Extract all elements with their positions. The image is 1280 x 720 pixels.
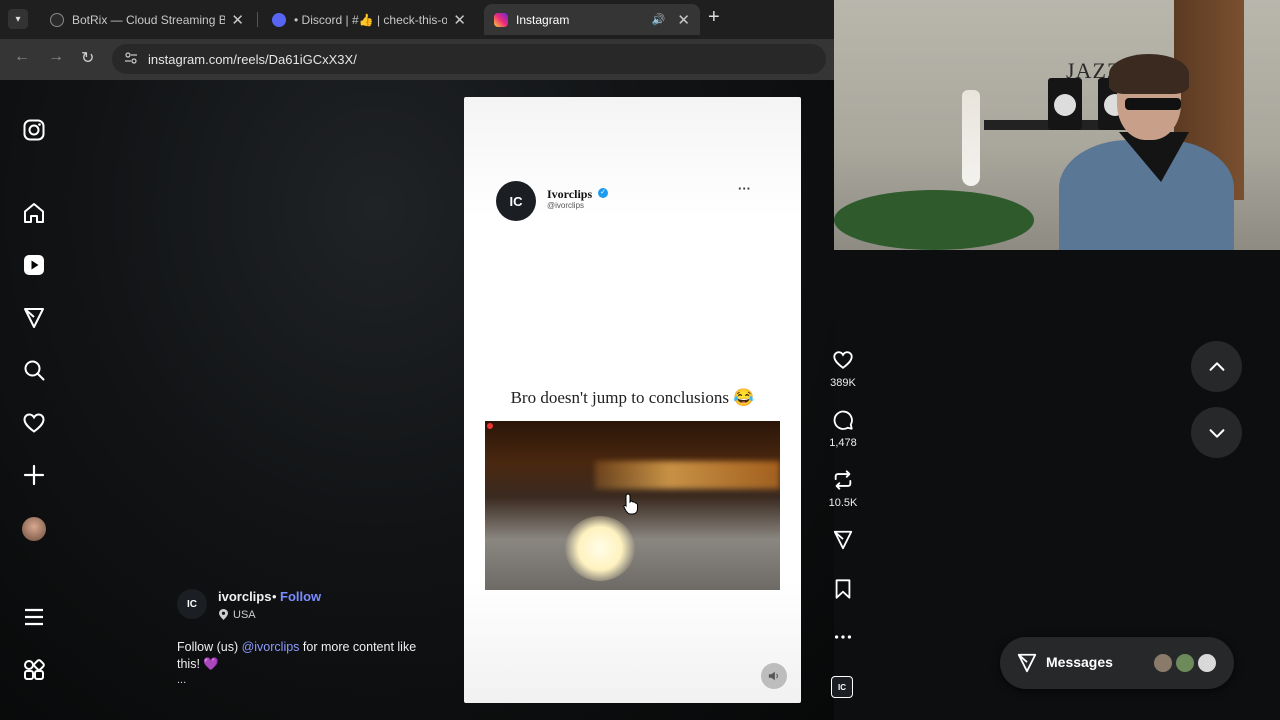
browser-tab-bar: ▾ BotRix — Cloud Streaming Bot ✕ • Disco… — [0, 0, 834, 39]
more-options-button[interactable] — [826, 626, 860, 648]
tab-instagram[interactable]: Instagram 🔊 ✕ — [484, 4, 700, 35]
comment-button[interactable]: 1,478 — [826, 409, 860, 449]
tab-search-chevron-icon[interactable]: ▾ — [8, 9, 28, 29]
reel-caption-overlay: Bro doesn't jump to conclusions 😂 — [510, 388, 755, 407]
next-reel-button[interactable] — [1191, 407, 1242, 458]
reels-icon[interactable] — [20, 251, 48, 279]
url-text: instagram.com/reels/Da61iGCxX3X/ — [148, 52, 357, 67]
verified-badge-icon: ✓ — [598, 188, 608, 198]
sunglasses — [1125, 98, 1181, 110]
threads-apps-icon[interactable] — [20, 656, 48, 684]
account-username[interactable]: ivorclips — [218, 589, 271, 604]
description-text: Follow (us) — [177, 640, 242, 654]
post-avatar: IC — [496, 181, 536, 221]
streamer — [1059, 54, 1234, 250]
home-icon[interactable] — [20, 199, 48, 227]
separator-dot: • — [272, 589, 277, 604]
like-button[interactable]: 389K — [826, 349, 860, 389]
city-lights — [595, 461, 780, 489]
post-more-icon: ··· — [738, 181, 751, 196]
chevron-up-icon — [1209, 361, 1224, 371]
notifications-heart-icon[interactable] — [20, 409, 48, 437]
instagram-logo-icon[interactable] — [20, 116, 48, 144]
share-paper-plane-icon — [833, 530, 853, 550]
hand-pointer-cursor-icon — [623, 493, 638, 515]
previous-reel-button[interactable] — [1191, 341, 1242, 392]
location-pin-icon — [219, 609, 228, 620]
repost-count: 10.5K — [828, 497, 858, 509]
tab-divider — [257, 12, 258, 27]
explore-icon[interactable] — [20, 304, 48, 332]
more-menu-icon[interactable] — [20, 603, 48, 631]
flashlight-glare — [565, 516, 635, 581]
messages-label: Messages — [1046, 654, 1113, 670]
reel-description: Follow (us) @ivorclips for more content … — [177, 639, 437, 673]
create-plus-icon[interactable] — [20, 461, 48, 489]
audio-source-thumbnail[interactable]: IC — [831, 676, 853, 698]
close-tab-icon[interactable]: ✕ — [453, 11, 466, 29]
close-tab-icon[interactable]: ✕ — [231, 11, 244, 29]
address-bar[interactable]: instagram.com/reels/Da61iGCxX3X/ — [112, 44, 826, 74]
bookmark-icon — [835, 579, 851, 599]
heart-icon — [833, 351, 853, 369]
chevron-down-icon — [1209, 428, 1224, 438]
message-contact-avatar — [1152, 652, 1174, 674]
reload-icon[interactable]: ↻ — [81, 48, 94, 68]
webcam-overlay: JAZZ — [834, 0, 1280, 250]
tab-title: Instagram — [516, 12, 570, 27]
location-label[interactable]: USA — [233, 609, 256, 621]
message-contact-avatar — [1196, 652, 1218, 674]
recording-indicator-icon — [487, 423, 493, 429]
close-tab-icon[interactable]: ✕ — [677, 11, 690, 29]
tab-botrix[interactable]: BotRix — Cloud Streaming Bot ✕ — [40, 4, 254, 35]
tab-title: BotRix — Cloud Streaming Bot — [72, 12, 226, 27]
messages-paper-plane-icon — [1017, 653, 1037, 673]
like-count: 389K — [830, 377, 856, 389]
messages-button[interactable]: Messages — [1000, 637, 1234, 689]
tab-audio-icon[interactable]: 🔊 — [652, 13, 666, 26]
description-more-link[interactable]: ... — [177, 674, 186, 686]
back-arrow-icon[interactable]: ← — [14, 48, 30, 66]
tab-title: • Discord | #👍 | check-this-out — [294, 12, 448, 27]
repost-icon — [834, 470, 852, 490]
reel-video[interactable]: IC Ivorclips ✓ @ivorclips ··· Bro doesn'… — [464, 97, 801, 703]
new-tab-button[interactable]: + — [708, 6, 720, 29]
save-button[interactable] — [826, 578, 860, 600]
share-button[interactable] — [826, 529, 860, 551]
speaker-icon — [768, 671, 778, 681]
mention-link[interactable]: @ivorclips — [242, 640, 300, 654]
green-rug — [834, 190, 1034, 250]
post-author-handle: @ivorclips — [547, 201, 585, 210]
audio-toggle-button[interactable] — [761, 663, 787, 689]
message-contact-avatar — [1174, 652, 1196, 674]
comment-icon — [833, 410, 853, 430]
post-author-name: Ivorclips — [547, 187, 593, 201]
profile-avatar[interactable] — [22, 517, 46, 541]
more-dots-icon — [834, 635, 852, 639]
browser-toolbar: ← → ↻ instagram.com/reels/Da61iGCxX3X/ — [0, 39, 834, 80]
discord-favicon-icon — [272, 12, 286, 27]
hair — [1109, 54, 1189, 94]
search-icon[interactable] — [20, 356, 48, 384]
tab-discord[interactable]: • Discord | #👍 | check-this-out ✕ — [262, 4, 476, 35]
botrix-favicon-icon — [50, 12, 64, 27]
repost-button[interactable]: 10.5K — [826, 469, 860, 509]
forward-arrow-icon[interactable]: → — [48, 48, 64, 66]
instagram-favicon-icon — [494, 12, 508, 27]
account-avatar[interactable]: IC — [177, 589, 207, 619]
guitar — [962, 90, 980, 186]
follow-button[interactable]: Follow — [280, 589, 321, 604]
comment-count: 1,478 — [829, 437, 857, 449]
site-info-icon[interactable] — [124, 51, 138, 65]
